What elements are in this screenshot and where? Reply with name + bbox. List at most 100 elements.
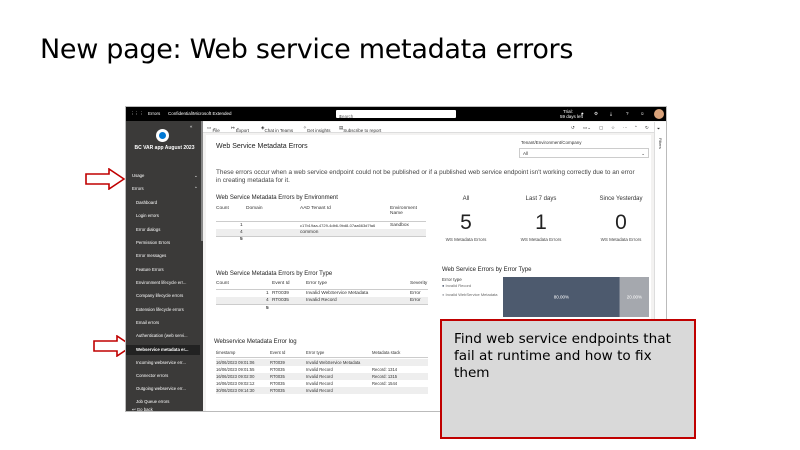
notification-icon[interactable]: ● — [581, 111, 584, 116]
kpi-heading: Since Yesterday — [599, 196, 643, 202]
sidebar-item-selected[interactable]: Webservice metadata er... — [126, 345, 200, 355]
table-total: 5 — [240, 237, 243, 242]
log-cell: RT0035 — [270, 374, 285, 379]
kpi-heading: Last 7 days — [525, 196, 557, 202]
filter-label: Tenant/Environment/Company — [521, 140, 582, 145]
sidebar-item[interactable]: Extension lifecycle errors — [136, 307, 184, 312]
col-error-type: Error type — [306, 350, 325, 355]
sidebar-item[interactable]: Error dialogs — [136, 227, 160, 232]
log-cell: 16/06/2023 09:01:06 — [216, 360, 255, 365]
table-cell: c17b19aa-4729-4db6-9bd8-07aa663d7fa6 — [300, 223, 376, 228]
sidebar-item[interactable]: Job Queue errors — [136, 399, 169, 404]
filters-label: Filters — [658, 138, 663, 149]
sidebar-item[interactable]: Incoming webservice err... — [136, 360, 186, 365]
chevron-down-icon: ⌄ — [641, 151, 645, 156]
table-cell: 4 — [266, 298, 269, 303]
settings-icon[interactable]: ⚙ — [594, 111, 598, 117]
sidebar-item[interactable]: Authentication (web servi... — [136, 333, 188, 338]
table-cell: RT0035 — [272, 298, 289, 303]
col-metadata-stack: Metadata stack — [372, 350, 401, 355]
view-icon[interactable]: ▭⌄ — [583, 125, 591, 131]
table-cell: Sandbox — [390, 223, 409, 228]
report-description: These errors occur when a web service en… — [216, 169, 635, 185]
download-icon[interactable]: ⤓ — [610, 111, 612, 116]
kpi-value: 0 — [615, 211, 627, 234]
col-count: Count — [216, 206, 229, 211]
log-cell: RT0035 — [270, 388, 285, 393]
table-cell: Invalid Record — [306, 298, 337, 303]
export-menu[interactable]: ↦ Export ⌄ — [231, 125, 249, 133]
log-cell: 16/06/2023 09:02:12 — [216, 381, 255, 386]
favorite-icon[interactable]: ☆ — [611, 125, 615, 131]
sidebar-item[interactable]: Company lifecycle errors — [136, 293, 183, 298]
col-event-id: Event Id — [272, 281, 290, 286]
more-icon[interactable]: ⋯ — [623, 125, 628, 131]
table-cell: Error — [410, 291, 421, 296]
sidebar-item[interactable]: Error messages — [136, 253, 166, 258]
reset-icon[interactable]: ↺ — [571, 125, 575, 131]
col-env: Environment Name — [390, 206, 417, 216]
col-count: Count — [216, 281, 229, 286]
go-back-button[interactable]: ↩ Go back — [132, 407, 153, 411]
sidebar-item[interactable]: Login errors — [136, 213, 159, 218]
log-cell: 16/06/2023 09:01:55 — [216, 367, 255, 372]
callout-box: Find web service endpoints that fail at … — [440, 319, 696, 439]
col-domain: Domain — [246, 206, 263, 211]
table-cell: 4 — [240, 230, 243, 235]
sidebar-section-usage[interactable]: Usage ⌄ — [132, 173, 198, 178]
log-cell: RT0039 — [270, 360, 285, 365]
log-cell: Record: 1314 — [372, 367, 398, 372]
log-table-title: Webservice Metadata Error log — [214, 339, 297, 345]
log-cell: Invalid Record — [306, 367, 333, 372]
tenant-filter-dropdown[interactable]: All ⌄ — [519, 148, 649, 158]
sidebar-item[interactable]: Permission Errors — [136, 240, 170, 245]
get-insights-button[interactable]: ✧ Get insights — [303, 125, 331, 133]
sidebar-item[interactable]: Environment lifecycle err... — [136, 280, 186, 285]
collapse-toolbar-icon[interactable]: ⌃ — [634, 125, 638, 131]
sidebar-item[interactable]: Email errors — [136, 320, 159, 325]
sidebar-item[interactable]: Feature Errors — [136, 267, 164, 272]
chevron-down-icon: ⌄ — [194, 173, 198, 178]
subscribe-button[interactable]: ▤ Subscribe to report — [339, 125, 381, 133]
log-cell: Record: 1315 — [372, 374, 398, 379]
log-cell: 16/06/2023 09:02:00 — [216, 374, 255, 379]
slide-title: New page: Web service metadata errors — [40, 34, 574, 65]
search-input[interactable]: ⌕ Search — [336, 110, 456, 119]
kpi-label: WS Metadata Errors — [445, 237, 487, 242]
kpi-label: WS Metadata Errors — [600, 237, 642, 242]
log-cell: Invalid WebService Metadata — [306, 360, 361, 365]
legend-title: Error type — [442, 277, 462, 282]
help-icon[interactable]: ? — [626, 111, 629, 116]
bar-data-label: 80.00% — [554, 295, 569, 300]
log-cell: RT0035 — [270, 381, 285, 386]
bar-data-label: 20.00% — [627, 295, 642, 300]
chart-title: Web Service Errors by Error Type — [442, 267, 532, 273]
chevron-up-icon: ⌃ — [194, 186, 198, 191]
comment-icon[interactable]: ▢ — [599, 125, 603, 131]
col-event-id: Event Id — [270, 350, 286, 355]
error-type-bar-chart: 80.00% 20.00% — [503, 277, 649, 317]
table-cell: RT0039 — [272, 291, 289, 296]
table-cell: Error — [410, 298, 421, 303]
table-cell: common — [300, 230, 319, 235]
feedback-icon[interactable]: ☺ — [640, 111, 645, 116]
apps-grid-icon[interactable]: ⋮⋮⋮ — [130, 111, 144, 117]
nav-title[interactable]: Errors — [148, 111, 160, 116]
log-cell: 30/06/2023 09:14:30 — [216, 388, 255, 393]
log-cell: Record: 1544 — [372, 381, 398, 386]
collapse-icon[interactable]: « — [190, 124, 192, 129]
chat-in-teams-button[interactable]: ◈ Chat in Teams — [261, 125, 293, 133]
sidebar-item[interactable]: Connector errors — [136, 373, 168, 378]
col-tenant: AAD Tenant Id — [300, 206, 331, 211]
app-name: BC VAR app August 2023 — [134, 145, 195, 151]
sidebar-scrollbar[interactable] — [201, 121, 203, 241]
sidebar-item[interactable]: Outgoing webservice err... — [136, 386, 186, 391]
avatar[interactable] — [654, 109, 664, 119]
file-menu[interactable]: ▭ File ⌄ — [207, 125, 220, 133]
sidebar-section-errors[interactable]: Errors ⌃ — [132, 186, 198, 191]
sensitivity-label[interactable]: Confidential\Microsoft Extended — [168, 111, 232, 116]
top-bar: ⋮⋮⋮ Errors Confidential\Microsoft Extend… — [126, 107, 666, 121]
refresh-icon[interactable]: ↻ — [645, 125, 649, 131]
trial-days: 59 days left — [560, 114, 584, 119]
sidebar-item[interactable]: Dashboard — [136, 200, 157, 205]
